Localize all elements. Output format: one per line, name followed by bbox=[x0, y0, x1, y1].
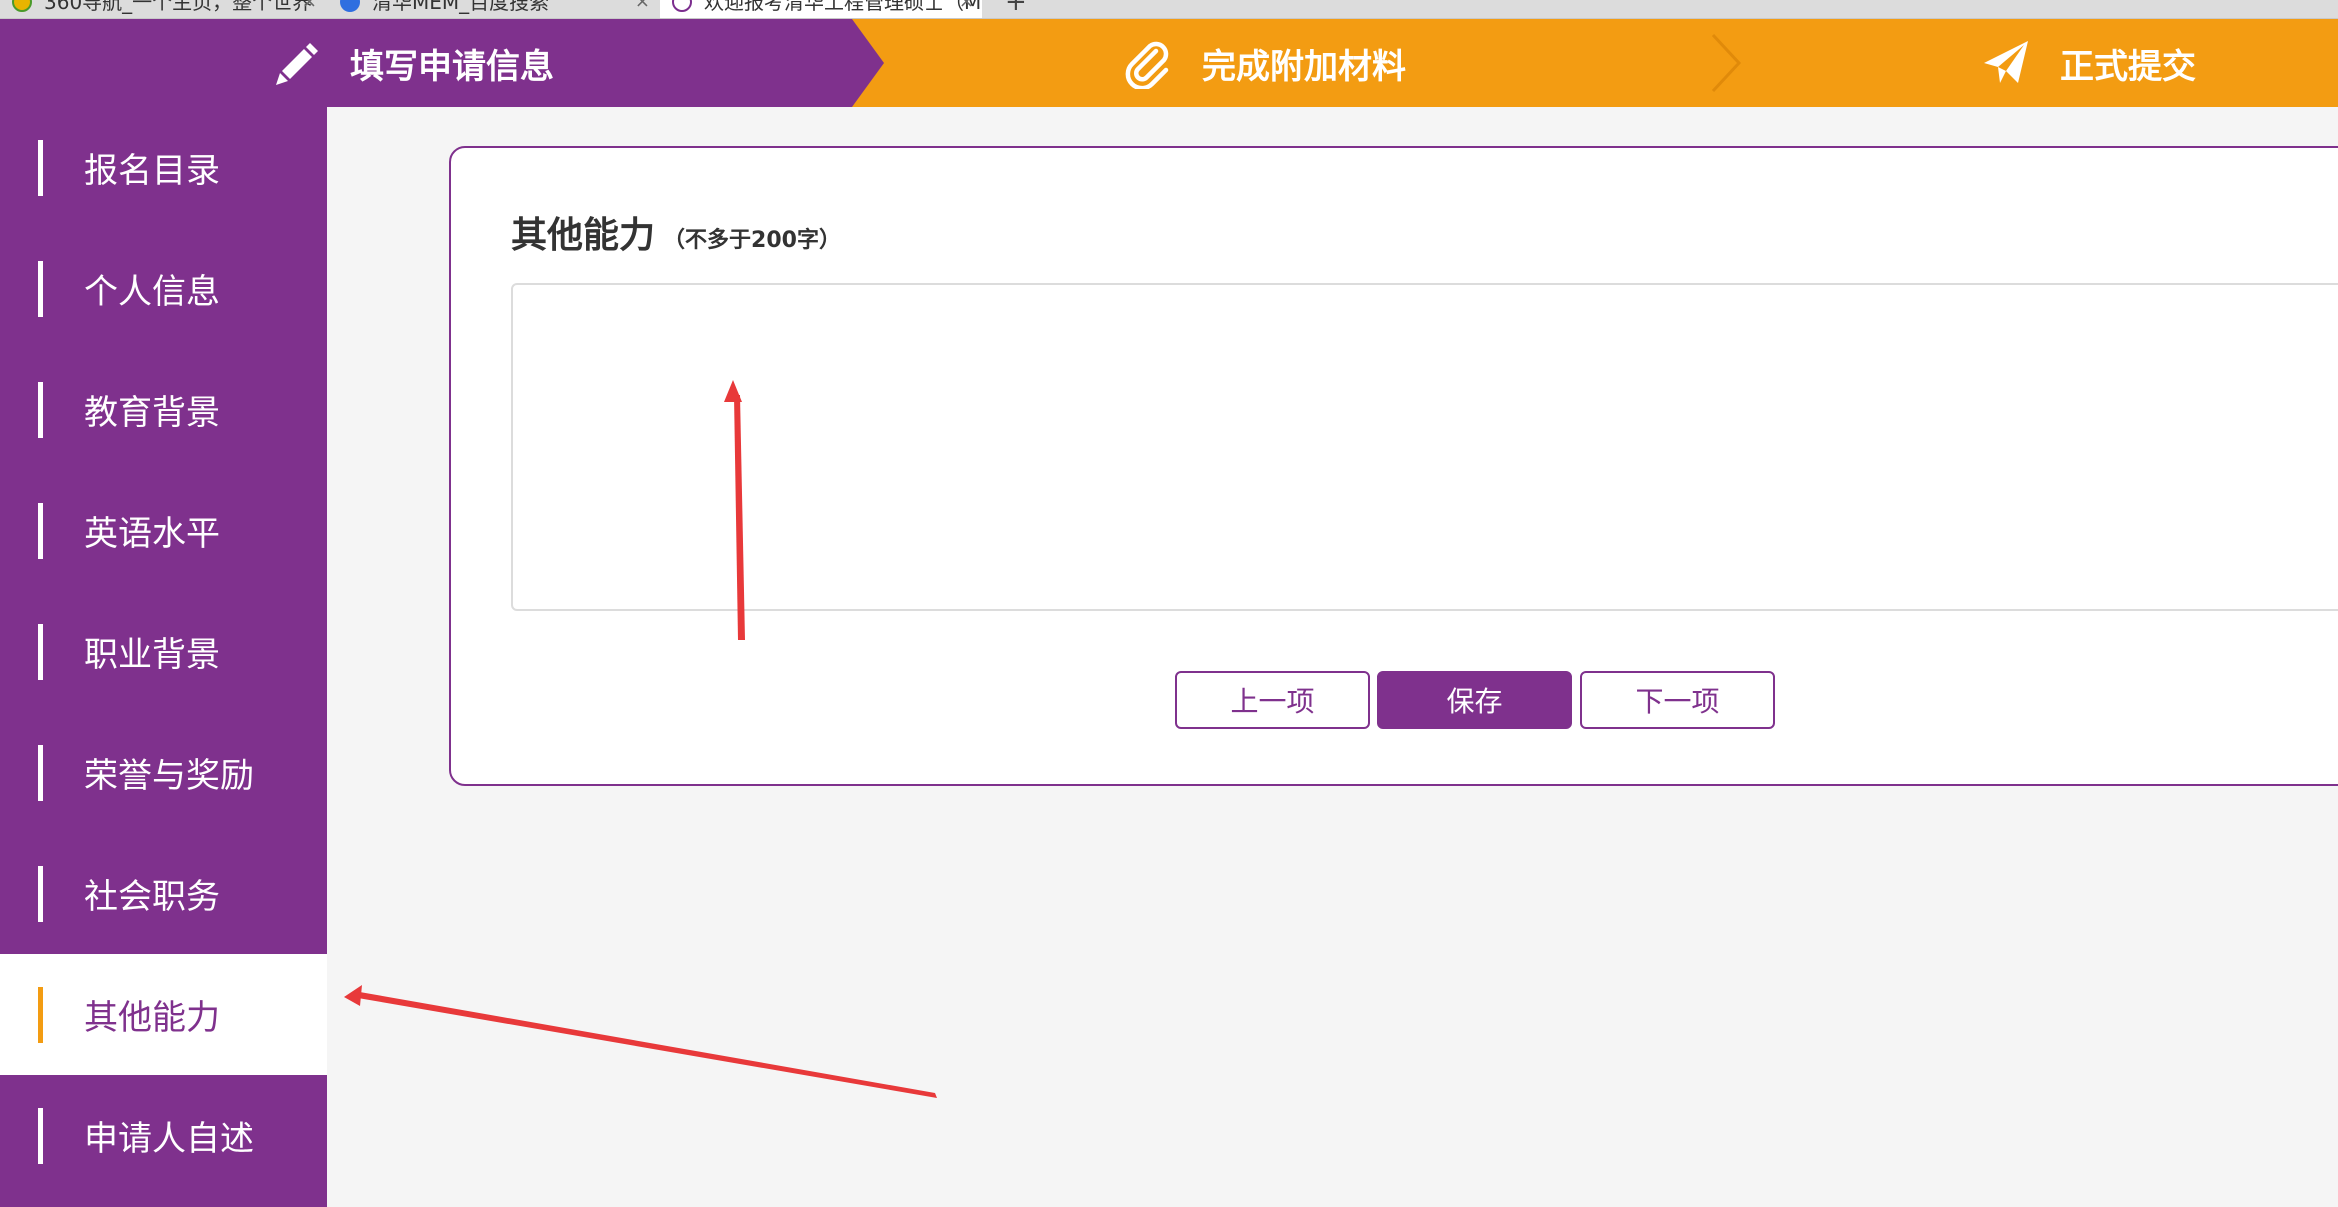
next-button[interactable]: 下一项 bbox=[1580, 671, 1775, 729]
sidebar-item-personal-info[interactable]: 个人信息 bbox=[0, 228, 327, 349]
sidebar-item-label: 教育背景 bbox=[84, 393, 220, 433]
paper-plane-icon bbox=[1984, 41, 2028, 83]
sidebar-item-label: 英语水平 bbox=[84, 514, 220, 554]
sidebar-item-label: 职业背景 bbox=[84, 635, 220, 675]
sidebar-item-label: 个人信息 bbox=[84, 272, 220, 312]
browser-tab-active[interactable]: 欢迎报考清华工程管理硕士（M… × bbox=[660, 0, 982, 18]
page-title: 其他能力 （不多于200字） bbox=[511, 206, 841, 258]
sidebar-item-social-roles[interactable]: 社会职务 bbox=[0, 833, 327, 954]
sidebar-item-career[interactable]: 职业背景 bbox=[0, 591, 327, 712]
save-button[interactable]: 保存 bbox=[1377, 671, 1572, 729]
sidebar-item-label: 申请人自述 bbox=[84, 1119, 254, 1159]
sidebar-item-marker bbox=[38, 987, 43, 1043]
site-favicon-icon bbox=[12, 0, 32, 12]
sidebar-item-label: 报名目录 bbox=[84, 151, 220, 191]
sidebar-item-marker bbox=[38, 624, 43, 680]
sidebar-item-marker bbox=[38, 140, 43, 196]
paperclip-icon bbox=[1125, 41, 1169, 89]
previous-button[interactable]: 上一项 bbox=[1175, 671, 1370, 729]
pencil-icon bbox=[276, 43, 318, 85]
site-favicon-icon bbox=[340, 0, 360, 12]
step-submit[interactable]: 正式提交 bbox=[1980, 19, 2196, 107]
browser-tab[interactable]: 360导航_一个主页，整个世界 × bbox=[0, 0, 325, 18]
sidebar-item-registration-catalog[interactable]: 报名目录 bbox=[0, 107, 327, 228]
step-label: 完成附加材料 bbox=[1202, 46, 1406, 87]
sidebar-item-marker bbox=[38, 503, 43, 559]
other-abilities-textarea[interactable] bbox=[511, 283, 2338, 611]
close-tab-icon[interactable]: × bbox=[302, 0, 317, 18]
step-attachments[interactable]: 完成附加材料 bbox=[1122, 19, 1406, 107]
browser-tab[interactable]: 清华MEM_百度搜索 × bbox=[328, 0, 658, 18]
sidebar-item-label: 社会职务 bbox=[84, 877, 220, 917]
sidebar-item-honors-awards[interactable]: 荣誉与奖励 bbox=[0, 712, 327, 833]
sidebar-item-marker bbox=[38, 382, 43, 438]
sidebar-item-education[interactable]: 教育背景 bbox=[0, 349, 327, 470]
other-abilities-panel: 其他能力 （不多于200字） 上一项 保存 下一项 bbox=[449, 146, 2338, 786]
browser-tab-title: 清华MEM_百度搜索 bbox=[372, 0, 550, 14]
sidebar-item-marker bbox=[38, 866, 43, 922]
browser-tab-title: 360导航_一个主页，整个世界 bbox=[44, 0, 313, 14]
new-tab-button[interactable]: + bbox=[1005, 0, 1027, 18]
step-separator-chevron-icon bbox=[1711, 33, 1742, 93]
step-arrow bbox=[852, 19, 884, 107]
sidebar-item-label: 其他能力 bbox=[84, 998, 220, 1038]
section-title: 其他能力 bbox=[511, 215, 656, 256]
sidebar-item-english-level[interactable]: 英语水平 bbox=[0, 470, 327, 591]
sidebar-item-marker bbox=[38, 1108, 43, 1164]
browser-tab-title: 欢迎报考清华工程管理硕士（M… bbox=[704, 0, 982, 14]
step-label: 填写申请信息 bbox=[350, 46, 554, 87]
close-tab-icon[interactable]: × bbox=[635, 0, 650, 18]
annotation-arrow-left bbox=[344, 985, 937, 1098]
sidebar-item-label: 荣誉与奖励 bbox=[84, 756, 254, 796]
word-limit-note: （不多于200字） bbox=[663, 228, 841, 253]
sidebar-item-personal-statement[interactable]: 申请人自述 bbox=[0, 1075, 327, 1196]
browser-tab-strip: 360导航_一个主页，整个世界 × 清华MEM_百度搜索 × 欢迎报考清华工程管… bbox=[0, 0, 2338, 19]
step-label: 正式提交 bbox=[2060, 46, 2196, 87]
site-favicon-icon bbox=[672, 0, 692, 12]
step-fill-application[interactable]: 填写申请信息 bbox=[270, 19, 554, 107]
sidebar-item-marker bbox=[38, 261, 43, 317]
step-progress-bar: 填写申请信息 完成附加材料 正式提交 bbox=[0, 19, 2338, 107]
close-tab-icon[interactable]: × bbox=[959, 0, 974, 18]
sidebar-nav: 报名目录 个人信息 教育背景 英语水平 职业背景 荣誉与奖励 社会职务 其他能力… bbox=[0, 107, 327, 1207]
sidebar-item-marker bbox=[38, 745, 43, 801]
sidebar-item-other-abilities[interactable]: 其他能力 bbox=[0, 954, 327, 1075]
